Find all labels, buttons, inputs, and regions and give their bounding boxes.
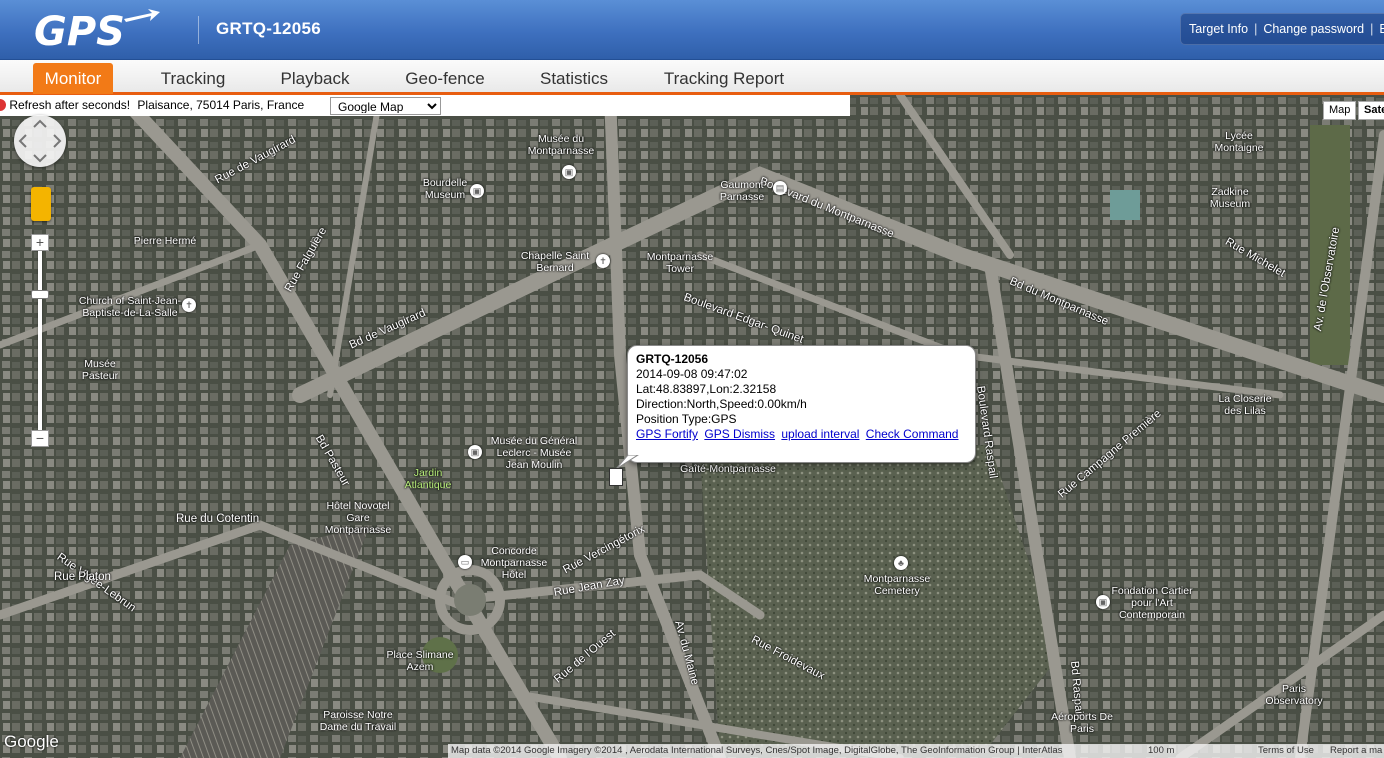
church-icon: ✝	[182, 298, 196, 312]
tab-statistics[interactable]: Statistics	[530, 63, 618, 94]
hotel-icon: ▭	[458, 555, 472, 569]
poi-label: Musée du Montparnasse	[527, 133, 595, 157]
museum-icon: ▣	[1096, 595, 1110, 609]
gps-logo: GPS	[34, 9, 160, 51]
zoom-slider-thumb[interactable]	[31, 290, 49, 299]
poi-label: Jardin Atlantique	[404, 467, 452, 491]
poi-label: Musée Pasteur	[81, 358, 119, 382]
change-password-link[interactable]: Change password	[1263, 22, 1364, 36]
info-direction-speed: Direction:North,Speed:0.00km/h	[636, 397, 807, 411]
poi-label: Fondation Cartier pour l'Art Contemporai…	[1111, 585, 1193, 621]
zoom-in-button[interactable]: +	[31, 234, 49, 251]
svg-text:GPS: GPS	[34, 9, 125, 51]
church-icon: ✝	[596, 254, 610, 268]
poi-label: Concorde Montparnasse Hôtel	[480, 545, 548, 581]
google-logo: Google	[4, 732, 59, 751]
poi-label: Paroisse Notre Dame du Travail	[319, 709, 397, 733]
poi-label: Musée du Général Leclerc - Musée Jean Mo…	[490, 435, 578, 471]
report-map-error-link[interactable]: Report a ma	[1330, 745, 1382, 756]
exit-link[interactable]: E	[1379, 22, 1384, 36]
map-provider-select[interactable]: Google Map	[330, 97, 441, 115]
map-type-satellite-button[interactable]: Sate	[1358, 101, 1384, 120]
tab-tracking[interactable]: Tracking	[148, 63, 238, 94]
app: GPS GRTQ-12056 Target Info | Change passwo…	[0, 0, 1384, 758]
tab-tracking-report[interactable]: Tracking Report	[654, 63, 794, 94]
map-type-map-button[interactable]: Map	[1323, 101, 1357, 120]
poi-label: Hôtel Novotel Gare Montparnasse	[324, 500, 392, 536]
pan-arrows-icon	[18, 119, 62, 163]
map-scale: 100 m	[1148, 745, 1175, 756]
poi-label: Aéroports De Paris	[1051, 711, 1113, 735]
poi-label: Church of Saint-Jean-Baptiste-de-La-Sall…	[78, 295, 182, 319]
info-actions: GPS Fortify GPS Dismiss upload interval …	[636, 427, 967, 442]
info-position-type: Position Type:GPS	[636, 412, 737, 426]
tab-geo-fence[interactable]: Geo-fence	[393, 63, 497, 94]
refresh-status: Refresh after seconds!	[9, 98, 131, 112]
street-view-pegman-icon[interactable]	[31, 187, 51, 221]
upload-interval-link[interactable]: upload interval	[781, 427, 859, 441]
poi-label: Place Slimane Azem	[386, 649, 454, 673]
poi-label: La Closerie des Lilas	[1218, 393, 1272, 417]
poi-label: Gaumont Parnasse	[719, 179, 765, 203]
poi-label: Lycée Montaigne	[1214, 130, 1264, 154]
check-command-link[interactable]: Check Command	[866, 427, 959, 441]
poi-label: Pierre Hermé	[133, 235, 197, 247]
device-title: GRTQ-12056	[216, 19, 322, 38]
museum-icon: ▣	[562, 165, 576, 179]
zoom-track[interactable]	[38, 246, 42, 436]
info-timestamp: 2014-09-08 09:47:02	[636, 367, 748, 381]
terms-of-use-link[interactable]: Terms of Use	[1258, 745, 1314, 756]
attribution-text: Map data ©2014 Google Imagery ©2014 , Ae…	[451, 745, 1063, 756]
user-links: Target Info | Change password | E	[1180, 13, 1384, 45]
link-separator: |	[1254, 22, 1258, 36]
info-device-id: GRTQ-12056	[636, 352, 709, 366]
road-label: Rue Platon	[54, 571, 111, 583]
pan-control[interactable]	[14, 115, 66, 167]
info-coordinates: Lat:48.83897,Lon:2.32158	[636, 382, 777, 396]
top-header: GPS GRTQ-12056 Target Info | Change passwo…	[0, 0, 1384, 60]
vehicle-marker-icon[interactable]	[609, 468, 623, 486]
poi-label: Paris Observatory	[1265, 683, 1323, 707]
poi-label: Chapelle Saint Bernard	[520, 250, 590, 274]
poi-label: Zadkine Museum	[1209, 186, 1251, 210]
gps-fortify-link[interactable]: GPS Fortify	[636, 427, 698, 441]
zoom-out-button[interactable]: −	[31, 430, 49, 447]
current-address: Plaisance, 75014 Paris, France	[137, 98, 305, 112]
main-nav: Monitor Tracking Playback Geo-fence Stat…	[0, 60, 1384, 95]
target-info-link[interactable]: Target Info	[1189, 22, 1248, 36]
refresh-icon	[0, 99, 6, 111]
link-separator: |	[1370, 22, 1374, 36]
poi-label: Gaîté-Montparnasse	[680, 463, 776, 475]
header-separator	[198, 16, 199, 44]
map-attribution: Map data ©2014 Google Imagery ©2014 , Ae…	[448, 744, 1384, 758]
museum-icon: ▣	[470, 184, 484, 198]
poi-label: Montparnasse Tower	[646, 251, 714, 275]
gps-dismiss-link[interactable]: GPS Dismiss	[704, 427, 775, 441]
park-icon: ♣	[894, 556, 908, 570]
tab-playback[interactable]: Playback	[270, 63, 360, 94]
cinema-icon: ▤	[773, 181, 787, 195]
road-label: Rue du Cotentin	[176, 513, 260, 525]
poi-label: Montparnasse Cemetery	[863, 573, 931, 597]
museum-icon: ▣	[468, 445, 482, 459]
vehicle-info-window: GRTQ-12056 2014-09-08 09:47:02 Lat:48.83…	[627, 345, 976, 463]
tab-monitor[interactable]: Monitor	[33, 63, 113, 94]
